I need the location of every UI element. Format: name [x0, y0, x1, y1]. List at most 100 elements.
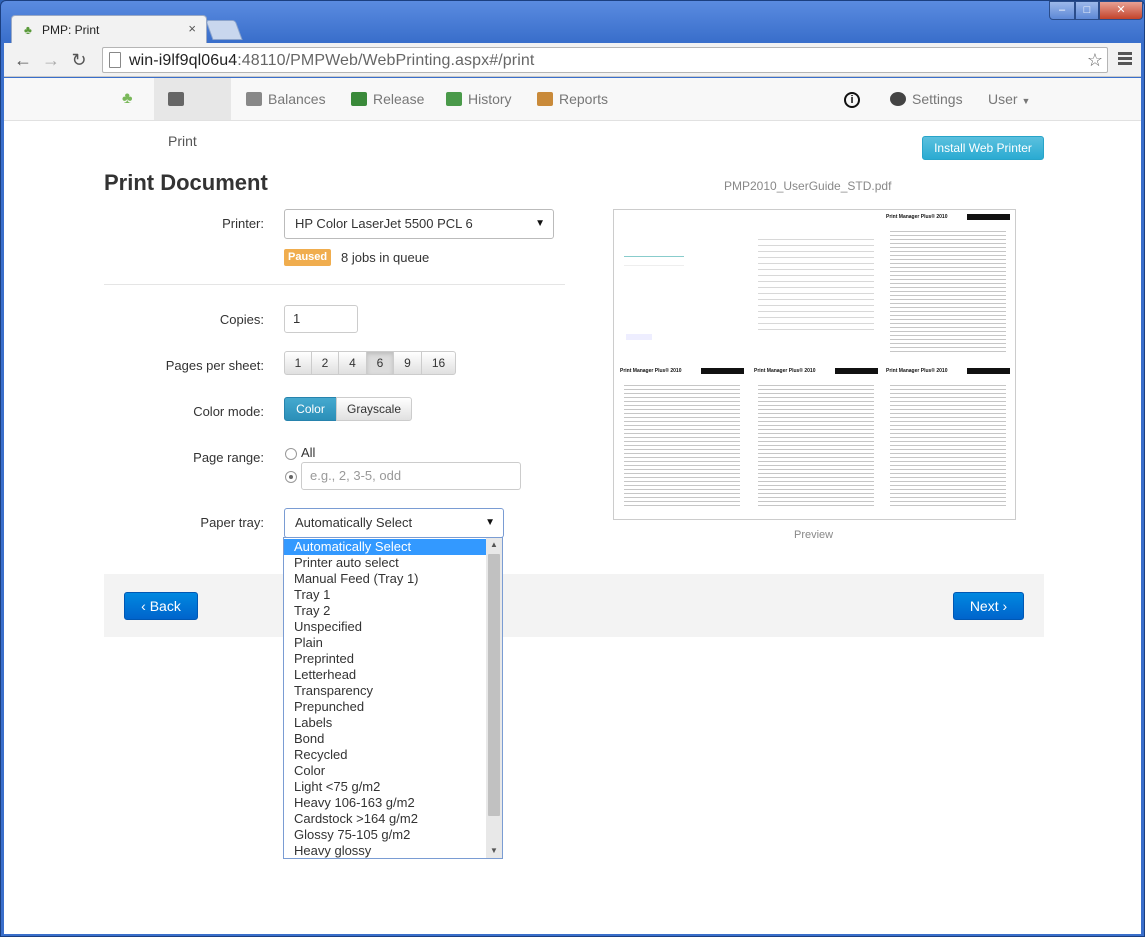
dropdown-option[interactable]: Plain [284, 635, 486, 651]
dropdown-option[interactable]: Labels [284, 715, 486, 731]
calendar-icon [446, 92, 462, 106]
dropdown-option[interactable]: Tray 2 [284, 603, 486, 619]
minimize-button[interactable]: – [1049, 1, 1075, 20]
pps-option[interactable]: 1 [284, 351, 312, 375]
browser-tab[interactable]: ♣ PMP: Print × [11, 15, 207, 43]
queue-count: 8 jobs in queue [341, 250, 430, 265]
page-range-label: Page range: [193, 450, 264, 465]
next-button[interactable]: Next › [953, 592, 1024, 620]
pps-option[interactable]: 4 [338, 351, 367, 375]
pps-option[interactable]: 9 [393, 351, 422, 375]
back-arrow-icon[interactable]: ← [12, 49, 34, 71]
dropdown-option[interactable]: Letterhead [284, 667, 486, 683]
dropdown-option[interactable]: Recycled [284, 747, 486, 763]
paper-tray-dropdown-list: Automatically Select Printer auto select… [283, 537, 503, 859]
browser-window: ♣ PMP: Print × – □ ✕ ← → ↻ win-i9lf9ql06… [0, 0, 1145, 937]
dropdown-option[interactable]: Bond [284, 731, 486, 747]
scroll-up-icon[interactable]: ▲ [486, 538, 502, 552]
dropdown-option[interactable]: Color [284, 763, 486, 779]
bookmark-star-icon[interactable]: ☆ [1087, 50, 1103, 71]
forward-arrow-icon[interactable]: → [40, 49, 62, 71]
gear-icon [890, 92, 906, 106]
nav-history[interactable]: History [432, 78, 526, 120]
dropdown-option[interactable]: Automatically Select [284, 539, 486, 555]
paper-tray-label: Paper tray: [200, 515, 264, 530]
url-text: win-i9lf9ql06u4:48110/PMPWeb/WebPrinting… [129, 52, 535, 69]
dropdown-option[interactable]: Preprinted [284, 651, 486, 667]
page-range-custom-radio[interactable] [285, 471, 297, 483]
divider [104, 284, 565, 285]
printer-label: Printer: [222, 216, 264, 231]
dropdown-option[interactable]: Heavy 106-163 g/m2 [284, 795, 486, 811]
install-web-printer-button[interactable]: Install Web Printer [922, 136, 1044, 160]
caret-down-icon: ▼ [1021, 96, 1031, 106]
tab-title: PMP: Print [42, 23, 100, 37]
dropdown-option[interactable]: Tray 1 [284, 587, 486, 603]
dropdown-option[interactable]: Glossy 75-105 g/m2 [284, 827, 486, 843]
dropdown-option[interactable]: Printer auto select [284, 555, 486, 571]
chevron-left-icon: ‹ [141, 598, 146, 614]
preview-page: Print Manager Plus® 2010 [620, 368, 744, 516]
page-range-all-label: All [301, 445, 316, 460]
dropdown-option[interactable]: Manual Feed (Tray 1) [284, 571, 486, 587]
new-tab-button[interactable] [205, 20, 243, 40]
preview-page: Print Manager Plus® 2010 [886, 214, 1010, 362]
nav-user-dropdown[interactable]: User ▼ [974, 78, 1044, 120]
paper-tray-select[interactable]: Automatically Select ▼ [284, 508, 504, 538]
pages-per-sheet-group: 1 2 4 6 9 16 [284, 351, 456, 375]
dropdown-scrollbar[interactable]: ▲ ▼ [486, 538, 502, 858]
page-title: Print Document [104, 170, 268, 195]
pps-option[interactable]: 16 [421, 351, 456, 375]
close-window-button[interactable]: ✕ [1099, 1, 1143, 20]
preview-label: Preview [794, 529, 834, 541]
caret-down-icon: ▼ [485, 517, 495, 528]
nav-reports[interactable]: Reports [523, 78, 622, 120]
preview-page: Print Manager Plus® 2010 [886, 368, 1010, 516]
nav-balances[interactable]: Balances [232, 78, 340, 120]
chevron-right-icon: › [1002, 598, 1008, 614]
pps-option-selected[interactable]: 6 [366, 351, 394, 375]
browser-menu-icon[interactable] [1118, 52, 1132, 67]
browser-toolbar: ← → ↻ win-i9lf9ql06u4:48110/PMPWeb/WebPr… [4, 43, 1141, 77]
page-range-input[interactable]: e.g., 2, 3-5, odd [301, 462, 521, 490]
dropdown-option[interactable]: Heavy glossy [284, 843, 486, 859]
back-button[interactable]: ‹ Back [124, 592, 198, 620]
pmp-logo-icon[interactable]: ♣ [122, 90, 140, 108]
color-mode-label: Color mode: [193, 404, 264, 419]
dropdown-option[interactable]: Transparency [284, 683, 486, 699]
nav-print[interactable]: Print [154, 78, 231, 149]
preview-page [620, 214, 744, 362]
pages-per-sheet-label: Pages per sheet: [165, 358, 264, 373]
paper-tray-select-value: Automatically Select [295, 515, 413, 530]
copies-input[interactable]: 1 [284, 305, 358, 333]
nav-settings[interactable]: Settings [876, 78, 977, 120]
dropdown-option[interactable]: Prepunched [284, 699, 486, 715]
grayscale-option[interactable]: Grayscale [336, 397, 412, 421]
bank-icon [246, 92, 262, 106]
printer-icon [168, 92, 184, 106]
scrollbar-thumb[interactable] [488, 554, 500, 816]
nav-release[interactable]: Release [337, 78, 438, 120]
page-range-all-radio[interactable] [285, 448, 297, 460]
scroll-down-icon[interactable]: ▼ [486, 844, 502, 858]
title-bar: ♣ PMP: Print × – □ ✕ [1, 1, 1144, 43]
maximize-button[interactable]: □ [1075, 1, 1099, 20]
printer-select[interactable]: HP Color LaserJet 5500 PCL 6 ▼ [284, 209, 554, 239]
info-icon[interactable]: i [844, 92, 860, 108]
dropdown-option[interactable]: Cardstock >164 g/m2 [284, 811, 486, 827]
printer-select-value: HP Color LaserJet 5500 PCL 6 [295, 216, 473, 231]
release-icon [351, 92, 367, 106]
copies-label: Copies: [219, 312, 264, 327]
color-mode-group: Color Grayscale [284, 397, 412, 421]
caret-down-icon: ▼ [535, 218, 545, 229]
dropdown-option[interactable]: Unspecified [284, 619, 486, 635]
address-bar[interactable]: win-i9lf9ql06u4:48110/PMPWeb/WebPrinting… [102, 47, 1108, 73]
preview-page [754, 214, 878, 362]
reload-icon[interactable]: ↻ [68, 49, 90, 71]
pps-option[interactable]: 2 [311, 351, 339, 375]
dropdown-option[interactable]: Light <75 g/m2 [284, 779, 486, 795]
app-navbar: ♣ Print Balances Release History Reports… [4, 78, 1141, 149]
status-badge: Paused [284, 249, 332, 266]
color-option[interactable]: Color [284, 397, 337, 421]
close-tab-icon[interactable]: × [188, 21, 196, 36]
